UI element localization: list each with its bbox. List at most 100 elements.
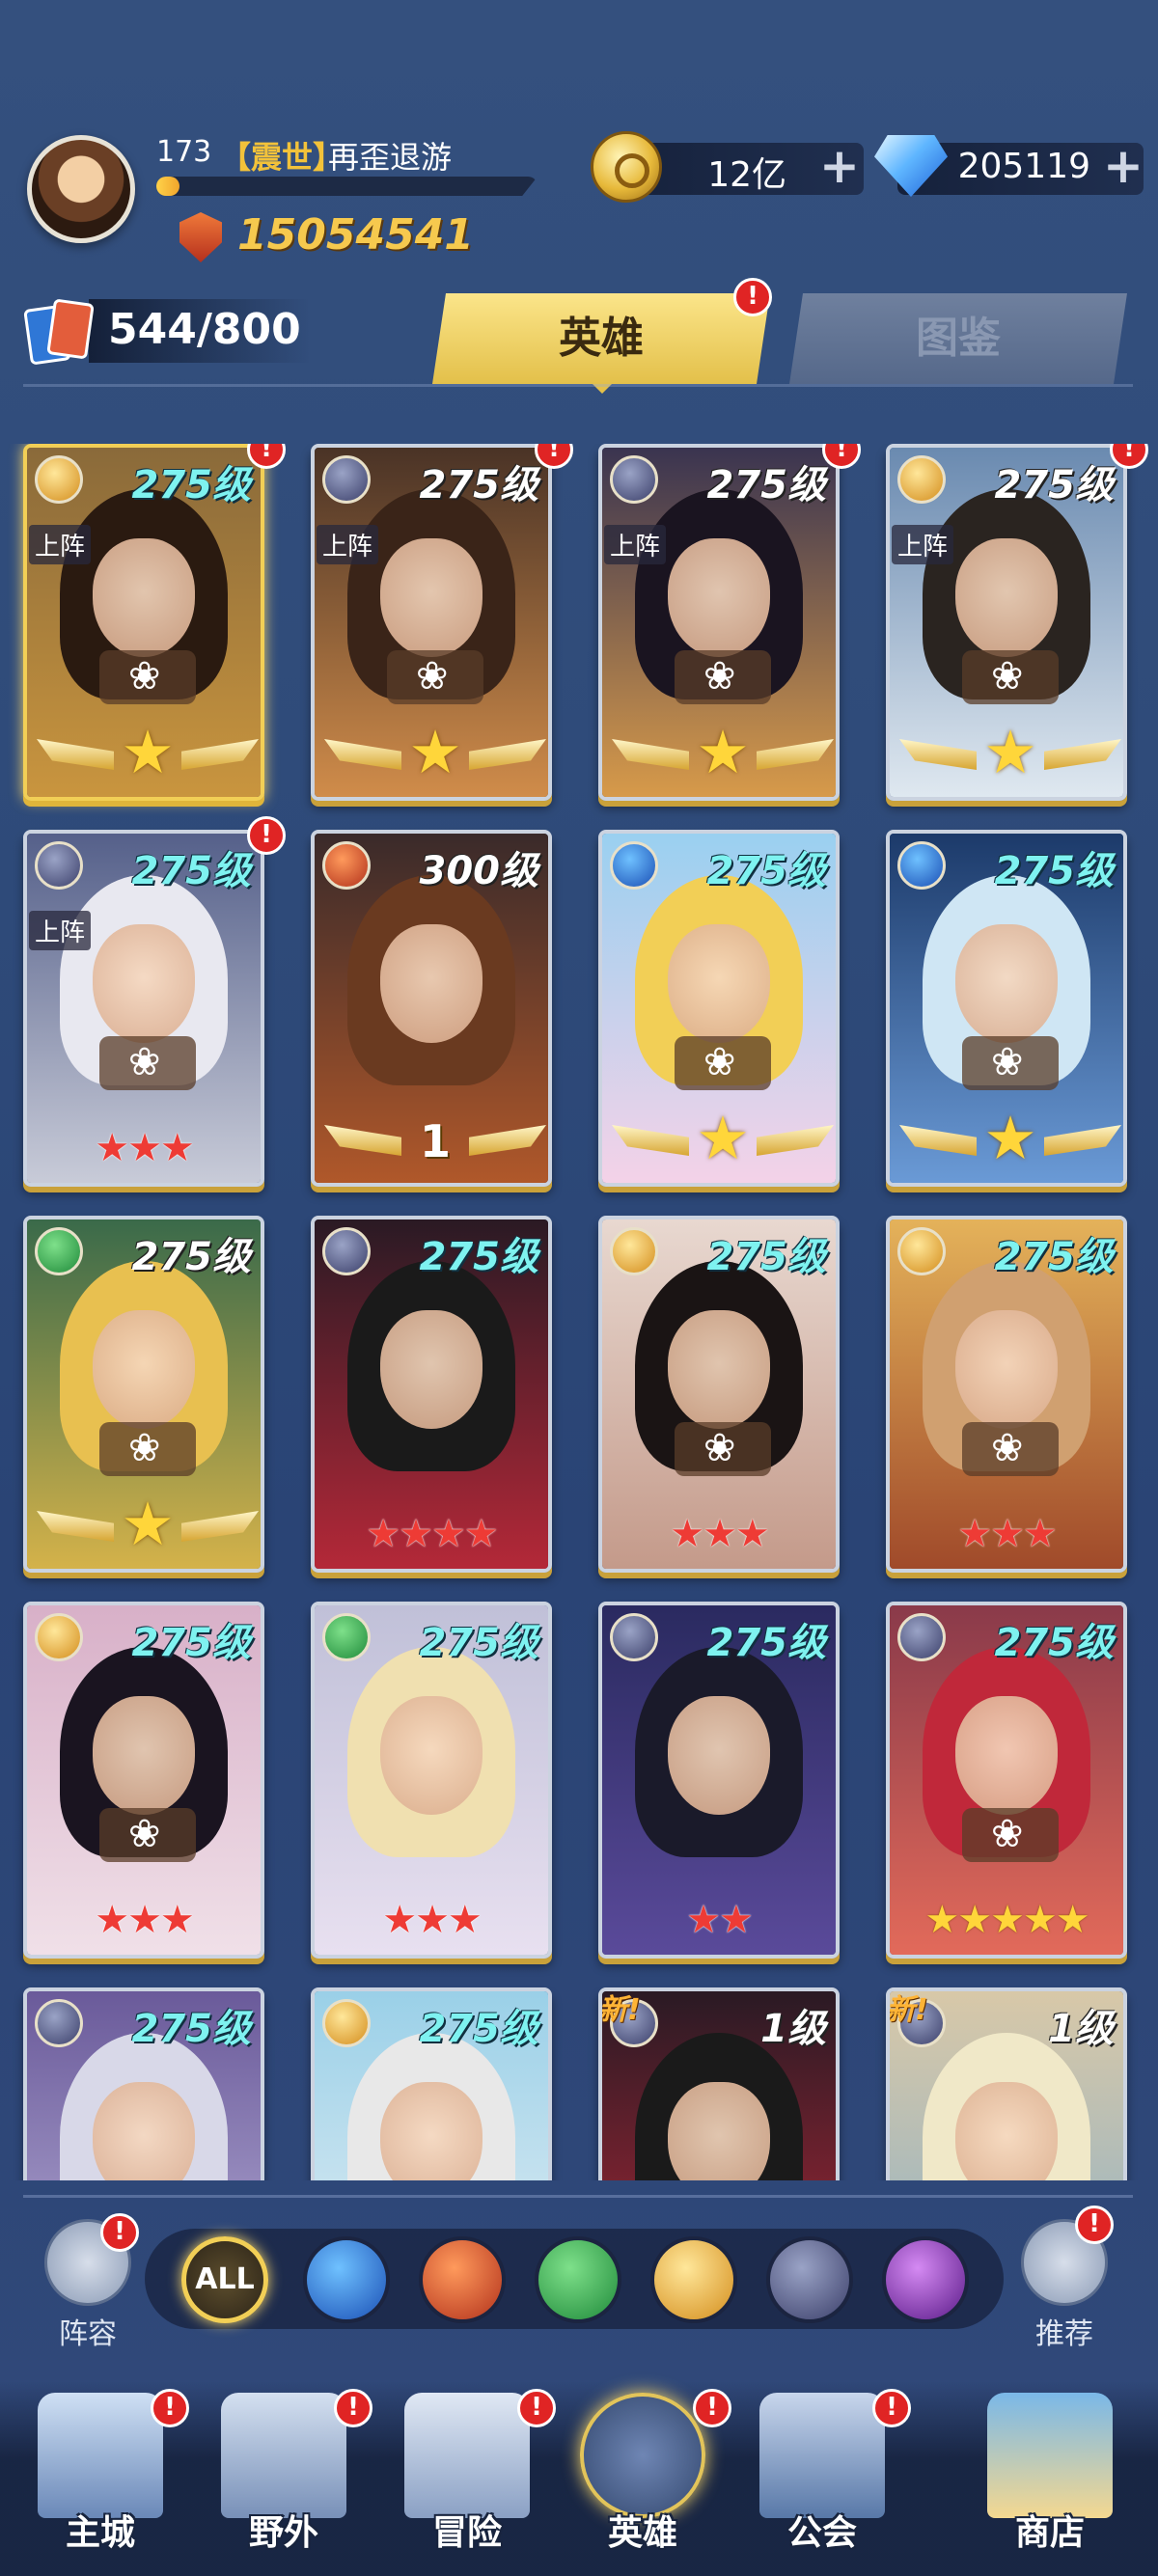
- light-element-icon: [322, 1999, 371, 2047]
- player-guild: 【震世】: [220, 139, 345, 176]
- tab-heroes[interactable]: 英雄: [432, 293, 770, 384]
- star-rating: ★★★: [670, 1512, 770, 1556]
- tab-heroes-alert-badge: !: [733, 278, 772, 316]
- hero-card[interactable]: 275级 ★★: [598, 1602, 840, 1959]
- dark-element-icon[interactable]: [766, 2236, 853, 2323]
- water-element-icon[interactable]: [303, 2236, 390, 2323]
- tab-codex[interactable]: 图鉴: [789, 293, 1127, 384]
- hero-cards-icon: [23, 298, 98, 366]
- add-gold-button[interactable]: +: [818, 142, 861, 190]
- wind-element-icon[interactable]: [535, 2236, 621, 2323]
- lineup-alert-badge: !: [100, 2213, 139, 2252]
- dark-element-icon: [322, 455, 371, 504]
- coin-icon: [591, 131, 662, 203]
- hero-card[interactable]: 275级 ★: [598, 830, 840, 1187]
- hero-card[interactable]: 275级上阵 ★: [23, 444, 264, 801]
- nav-alert-badge: !: [693, 2389, 731, 2427]
- dark-element-icon: [610, 1613, 658, 1661]
- deployed-tag: 上阵: [892, 525, 954, 564]
- dark-element-icon: [35, 841, 83, 890]
- faction-emblem: [99, 1422, 196, 1476]
- star-rating: ★★★★★: [924, 1898, 1089, 1942]
- player-avatar[interactable]: [27, 135, 135, 243]
- star-icon: ★: [696, 1103, 750, 1173]
- nav-alert-badge: !: [517, 2389, 556, 2427]
- nav-item[interactable]: 商店: [973, 2393, 1127, 2566]
- nav-item-label: 主城: [65, 2513, 135, 2553]
- hero-level: 1级: [1048, 2007, 1114, 2051]
- hero-card[interactable]: 275级: [23, 1987, 264, 2180]
- player-level: 173: [156, 135, 212, 169]
- light-element-icon: [897, 455, 946, 504]
- hero-card[interactable]: 275级上阵 ★: [886, 444, 1127, 801]
- combat-power-value: 15054541: [237, 210, 474, 260]
- rank-wings: ★: [612, 723, 834, 783]
- filter-all-button[interactable]: ALL: [181, 2236, 268, 2323]
- player-name: 再歪退游: [328, 139, 453, 176]
- hero-level: 275级: [706, 1235, 827, 1279]
- faction-emblem: [962, 1808, 1059, 1862]
- nav-item-label: 公会: [786, 2513, 857, 2553]
- faction-emblem: [962, 1036, 1059, 1090]
- faction-emblem: [99, 1036, 196, 1090]
- hero-card[interactable]: 275级 ★★★: [886, 1216, 1127, 1573]
- nav-item-label: 冒险: [431, 2513, 502, 2553]
- light-element-icon[interactable]: [650, 2236, 737, 2323]
- hero-card[interactable]: 275级上阵 ★: [311, 444, 552, 801]
- hero-card[interactable]: 275级 ★★★: [311, 1602, 552, 1959]
- light-element-icon: [35, 455, 83, 504]
- hero-card[interactable]: 275级上阵 ★★★: [23, 830, 264, 1187]
- hero-card[interactable]: 1级 新!: [598, 1987, 840, 2180]
- star-rating: ★★★: [382, 1898, 482, 1942]
- dark-element-icon: [35, 1999, 83, 2047]
- hero-card[interactable]: 275级 ★★★★★: [886, 1602, 1127, 1959]
- add-gem-button[interactable]: +: [1102, 142, 1144, 190]
- rank-wings: ★: [612, 1109, 834, 1169]
- new-hero-tag: 新!: [886, 1993, 928, 2027]
- hero-card[interactable]: 275级 ★★★: [598, 1216, 840, 1573]
- nav-item-label: 商店: [1014, 2513, 1085, 2553]
- nav-alert-badge: !: [151, 2389, 189, 2427]
- hero-card[interactable]: 275级上阵 ★: [598, 444, 840, 801]
- hero-card[interactable]: 275级 ★★★: [23, 1602, 264, 1959]
- hero-level: 275级: [131, 849, 252, 893]
- void-element-icon[interactable]: [882, 2236, 969, 2323]
- star-icon: ★: [121, 717, 175, 787]
- hero-level: 1级: [760, 2007, 826, 2051]
- hero-alert-badge: !: [247, 816, 286, 855]
- dark-element-icon: [610, 455, 658, 504]
- hero-card[interactable]: 300级 1: [311, 830, 552, 1187]
- rank-wings: ★: [37, 723, 259, 783]
- fire-element-icon[interactable]: [419, 2236, 506, 2323]
- nav-item-label: 英雄: [607, 2513, 677, 2553]
- light-element-icon: [610, 1227, 658, 1275]
- water-element-icon: [610, 841, 658, 890]
- faction-emblem: [962, 1422, 1059, 1476]
- hero-card[interactable]: 275级 ★★★★: [311, 1216, 552, 1573]
- faction-emblem: [387, 650, 483, 704]
- nav-building-icon: [221, 2393, 346, 2518]
- hero-level: 275级: [419, 1621, 539, 1665]
- hero-level: 275级: [131, 1235, 252, 1279]
- star-icon: ★: [408, 717, 462, 787]
- hero-level: 275级: [706, 1621, 827, 1665]
- star-rating: ★★: [686, 1898, 754, 1942]
- top-bar: 173 【震世】 再歪退游 15054541 12亿 + 205119 + 54…: [0, 0, 1158, 405]
- rank-wings: 1: [324, 1115, 546, 1169]
- hero-card[interactable]: 1级 新!: [886, 1987, 1127, 2180]
- nav-building-icon: [759, 2393, 885, 2518]
- hero-card[interactable]: 275级: [311, 1987, 552, 2180]
- star-rating: ★★★: [957, 1512, 1058, 1556]
- hero-card[interactable]: 275级 ★: [23, 1216, 264, 1573]
- nav-alert-badge: !: [872, 2389, 911, 2427]
- fire-element-icon: [322, 841, 371, 890]
- hero-level: 275级: [419, 463, 539, 507]
- nav-building-icon: [38, 2393, 163, 2518]
- dark-element-icon: [322, 1227, 371, 1275]
- faction-emblem: [675, 1422, 771, 1476]
- star-icon: ★: [121, 1489, 175, 1559]
- hero-card[interactable]: 275级 ★: [886, 830, 1127, 1187]
- star-icon: ★: [983, 1103, 1037, 1173]
- deployed-tag: 上阵: [604, 525, 667, 564]
- hero-count: 544/800: [108, 305, 301, 354]
